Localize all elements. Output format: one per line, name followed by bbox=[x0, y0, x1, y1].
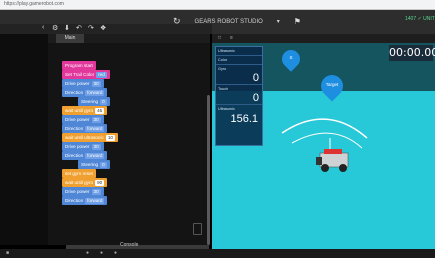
block-wait-until[interactable]: wait until gyro 90 bbox=[62, 178, 108, 187]
block-value[interactable]: forward bbox=[85, 153, 105, 159]
chevron-left-icon[interactable]: ‹ bbox=[42, 24, 44, 31]
block-value[interactable]: 0 bbox=[100, 99, 107, 105]
workspace-scrollbar[interactable] bbox=[207, 95, 210, 245]
block-value[interactable]: forward bbox=[85, 126, 105, 132]
sim-menu-icon[interactable]: ≡ bbox=[230, 34, 233, 43]
tab-main[interactable]: Main bbox=[56, 34, 84, 43]
top-dropdown-icon[interactable]: ▾ bbox=[277, 18, 280, 25]
block-value[interactable]: 0 bbox=[100, 162, 107, 168]
settings-icon[interactable]: ⚙ bbox=[52, 24, 58, 32]
taskbar-app-icon[interactable]: ● bbox=[100, 250, 103, 256]
location-pin-icon[interactable]: ⚑ bbox=[294, 17, 301, 26]
sensor-row-ultrasonic: Ultrasonic 156.1 bbox=[218, 107, 258, 125]
start-marker-label: S bbox=[289, 55, 293, 60]
block-value[interactable]: red bbox=[96, 72, 107, 78]
sim-expand-icon[interactable]: □ bbox=[218, 34, 221, 43]
block-direction[interactable]: Direction forward bbox=[62, 196, 108, 205]
taskbar-search-icon[interactable]: ■ bbox=[6, 250, 9, 256]
block-direction[interactable]: Direction forward bbox=[62, 151, 108, 160]
url-text[interactable]: https://play.gamerobot.com bbox=[4, 1, 64, 7]
download-icon[interactable]: ⬇ bbox=[64, 24, 70, 32]
block-direction[interactable]: Direction forward bbox=[62, 124, 108, 133]
block-wait-until[interactable]: wait until ultrasonic 10 bbox=[62, 133, 118, 142]
block-set-gyro[interactable]: set gyro reset bbox=[62, 169, 96, 178]
os-taskbar: ■ ● ● ● bbox=[0, 249, 435, 258]
block-set-trail-color[interactable]: Set Trail Color red bbox=[62, 70, 110, 79]
sensor-value: 156.1 bbox=[230, 113, 258, 125]
block-value[interactable]: 10 bbox=[105, 135, 115, 141]
block-palette[interactable] bbox=[0, 34, 48, 245]
sensor-value: 0 bbox=[252, 92, 259, 104]
sensor-row-touch: Touch 0 bbox=[216, 85, 262, 105]
block-steering[interactable]: Steering 0 bbox=[78, 97, 110, 106]
editor-tabs: Main bbox=[48, 34, 210, 43]
block-value[interactable]: 90 bbox=[95, 180, 105, 186]
block-value[interactable]: forward bbox=[85, 198, 105, 204]
block-wait-until[interactable]: wait until gyro 45 bbox=[62, 106, 108, 115]
block-drive[interactable]: Drive power 30 bbox=[62, 115, 104, 124]
target-marker-label: Target bbox=[325, 82, 339, 87]
block-steering[interactable]: Steering 0 bbox=[78, 160, 110, 169]
undo-icon[interactable]: ↶ bbox=[76, 24, 82, 32]
trash-icon[interactable] bbox=[193, 223, 202, 235]
editor-toolbar: ‹ ⚙ ⬇ ↶ ↷ ❖ bbox=[0, 24, 212, 34]
sensor-row-gyro: Gyro 0 bbox=[216, 65, 262, 85]
block-drive[interactable]: Drive power 30 bbox=[62, 79, 104, 88]
block-value[interactable]: 30 bbox=[91, 189, 101, 195]
sensor-value: 0 bbox=[252, 72, 259, 84]
block-workspace[interactable]: Program start Set Trail Color red Drive p… bbox=[48, 43, 249, 245]
puzzle-icon[interactable]: ❖ bbox=[100, 24, 106, 32]
browser-url-bar[interactable]: https://play.gamerobot.com bbox=[0, 0, 435, 10]
block-value[interactable]: 30 bbox=[91, 117, 101, 123]
sim-timer: 00:00.00 bbox=[389, 45, 435, 61]
block-direction[interactable]: Direction forward bbox=[62, 88, 108, 97]
redo-icon[interactable]: ↷ bbox=[88, 24, 94, 32]
simulator-header: □ ≡ bbox=[212, 34, 435, 43]
sensor-row: Color bbox=[216, 56, 262, 65]
status-badge: 1407 ✓ UNIT bbox=[405, 16, 435, 22]
block-drive[interactable]: Drive power 30 bbox=[62, 187, 104, 196]
block-value[interactable]: 30 bbox=[91, 144, 101, 150]
block-program-start[interactable]: Program start bbox=[62, 61, 96, 70]
robot bbox=[316, 149, 349, 172]
trail-line-lower bbox=[291, 132, 363, 149]
block-drive[interactable]: Drive power 30 bbox=[62, 142, 104, 151]
trail-line-upper bbox=[281, 118, 368, 139]
block-value[interactable]: 30 bbox=[91, 81, 101, 87]
sensor-row: Ultrasonic bbox=[216, 47, 262, 56]
sensor-panel: Ultrasonic Color Gyro 0 Touch 0 Ultrason… bbox=[215, 46, 263, 146]
taskbar-app-icon[interactable]: ● bbox=[86, 250, 89, 256]
console-label[interactable]: Console bbox=[120, 242, 138, 248]
taskbar-app-icon[interactable]: ● bbox=[114, 250, 117, 256]
block-value[interactable]: forward bbox=[85, 90, 105, 96]
block-value[interactable]: 45 bbox=[95, 108, 105, 114]
